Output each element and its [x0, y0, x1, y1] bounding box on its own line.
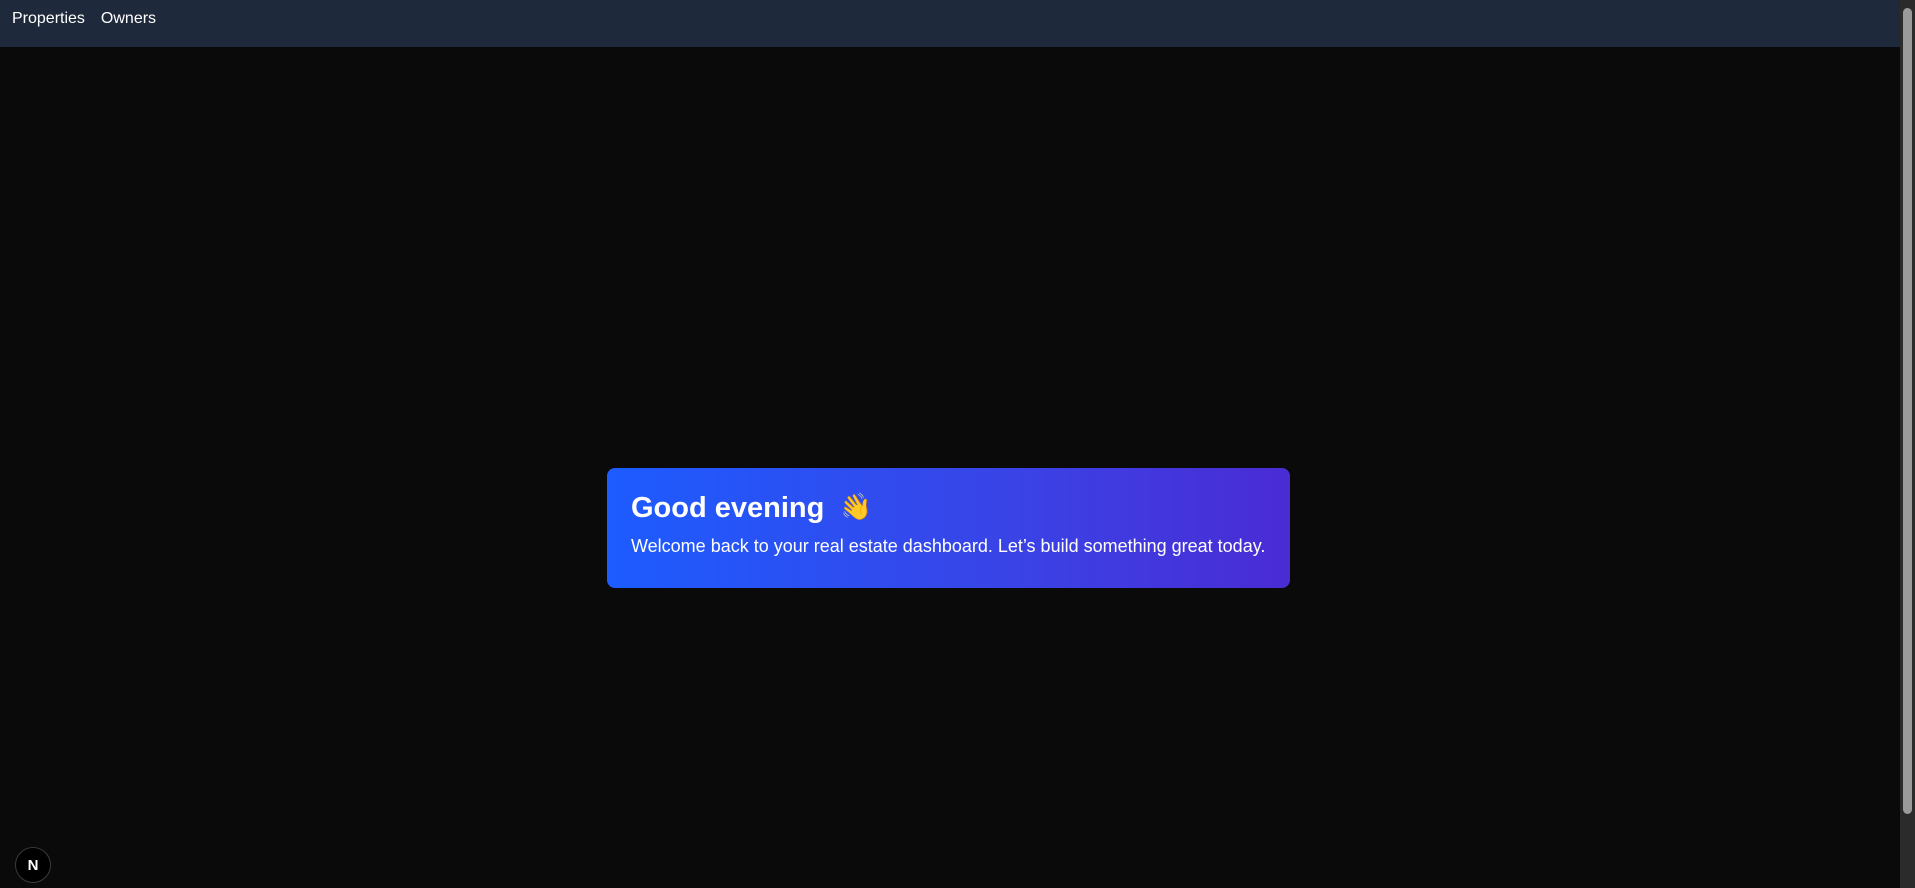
waving-hand-icon: 👋 — [838, 490, 875, 526]
greeting-text: Good evening — [631, 492, 825, 524]
nav-link-owners[interactable]: Owners — [101, 9, 156, 29]
welcome-subtitle: Welcome back to your real estate dashboa… — [631, 536, 1266, 556]
welcome-title: Good evening 👋 — [631, 491, 1266, 525]
nav-link-properties[interactable]: Properties — [12, 9, 85, 29]
vertical-scrollbar[interactable] — [1900, 0, 1915, 888]
app-viewport: Properties Owners Good evening 👋 Welcome… — [0, 0, 1915, 888]
nextjs-logo-icon: N — [27, 856, 39, 874]
scrollbar-thumb[interactable] — [1903, 8, 1912, 814]
top-navigation-bar: Properties Owners — [0, 0, 1900, 47]
nextjs-dev-indicator-button[interactable]: N — [15, 847, 51, 883]
welcome-card: Good evening 👋 Welcome back to your real… — [607, 468, 1290, 588]
